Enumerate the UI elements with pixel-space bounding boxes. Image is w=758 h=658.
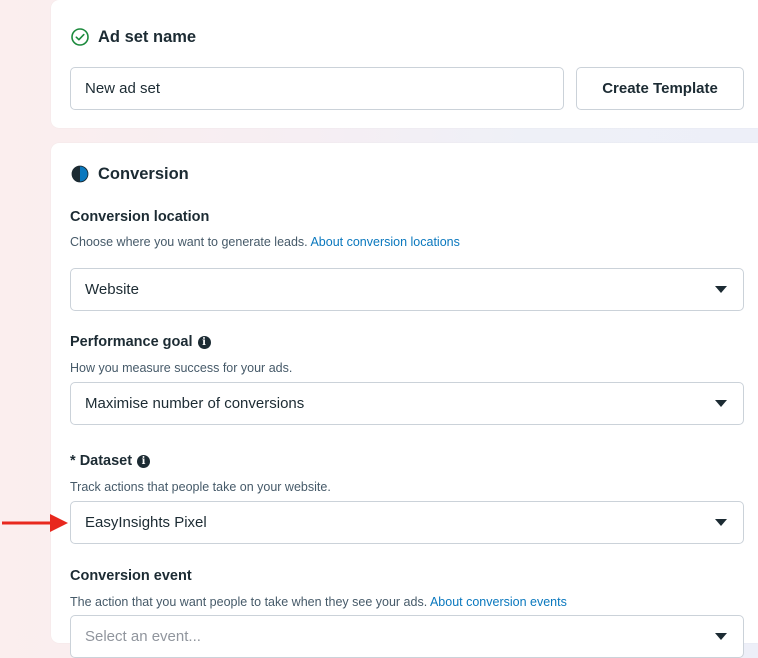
conversion-event-label-text: Conversion event — [70, 568, 192, 584]
conversion-location-description-text: Choose where you want to generate leads. — [70, 235, 308, 249]
conversion-event-label: Conversion event — [70, 568, 192, 584]
conversion-event-select[interactable]: Select an event... — [70, 615, 744, 658]
dropdown-caret-icon — [715, 633, 727, 640]
conversion-header: Conversion — [70, 164, 189, 184]
dataset-select[interactable]: EasyInsights Pixel — [70, 501, 744, 544]
performance-goal-value: Maximise number of conversions — [85, 395, 305, 412]
performance-goal-label-text: Performance goal — [70, 334, 193, 350]
dropdown-caret-icon — [715, 400, 727, 407]
dataset-description: Track actions that people take on your w… — [70, 480, 331, 494]
conversion-event-placeholder: Select an event... — [85, 628, 201, 645]
ad-set-name-card: Ad set name New ad set Create Template — [51, 0, 758, 128]
conversion-location-description: Choose where you want to generate leads.… — [70, 235, 460, 249]
conversion-event-description: The action that you want people to take … — [70, 595, 567, 609]
dataset-label: * Dataset i — [70, 453, 151, 469]
performance-goal-description: How you measure success for your ads. — [70, 361, 293, 375]
conversion-card: Conversion Conversion location Choose wh… — [51, 143, 758, 658]
check-circle-icon — [71, 28, 89, 46]
ad-set-name-input[interactable]: New ad set — [70, 67, 564, 110]
conversion-event-description-text: The action that you want people to take … — [70, 595, 428, 609]
performance-goal-label: Performance goal i — [70, 334, 211, 350]
ad-set-name-header: Ad set name — [70, 27, 196, 47]
dataset-value: EasyInsights Pixel — [85, 514, 207, 531]
info-icon[interactable]: i — [197, 335, 211, 349]
ad-set-name-title: Ad set name — [98, 27, 197, 46]
info-icon[interactable]: i — [137, 454, 151, 468]
about-conversion-events-link[interactable]: About conversion events — [430, 595, 567, 609]
conversion-location-label-text: Conversion location — [70, 209, 210, 225]
half-circle-icon — [71, 165, 89, 183]
performance-goal-select[interactable]: Maximise number of conversions — [70, 382, 744, 425]
conversion-location-value: Website — [85, 281, 139, 298]
dataset-label-text: Dataset — [79, 453, 133, 469]
dropdown-caret-icon — [715, 286, 727, 293]
conversion-location-label: Conversion location — [70, 209, 209, 225]
red-arrow — [2, 514, 68, 532]
conversion-title: Conversion — [98, 164, 189, 183]
create-template-button[interactable]: Create Template — [576, 67, 744, 110]
required-mark: * — [70, 453, 76, 469]
about-conversion-locations-link[interactable]: About conversion locations — [310, 235, 459, 249]
dropdown-caret-icon — [715, 519, 727, 526]
conversion-location-select[interactable]: Website — [70, 268, 744, 311]
